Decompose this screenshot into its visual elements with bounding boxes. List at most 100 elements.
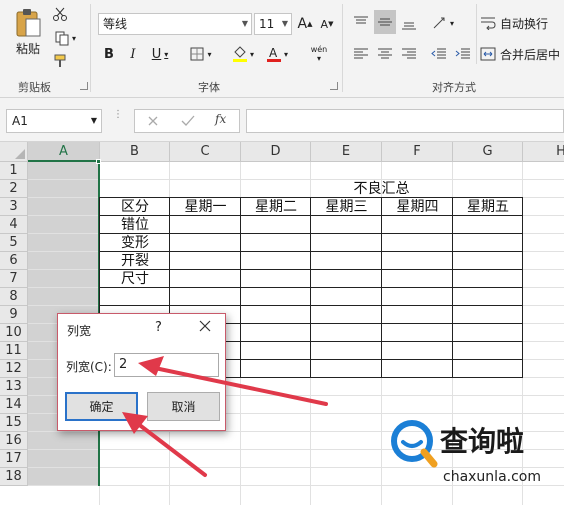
italic-button[interactable]: I	[124, 44, 142, 64]
row-header-11[interactable]: 11	[0, 342, 28, 360]
select-all-corner[interactable]	[0, 142, 28, 162]
cancel-label: 取消	[171, 400, 196, 414]
column-header-f[interactable]: F	[382, 142, 453, 162]
brush-icon	[54, 54, 66, 67]
category-cell[interactable]: 尺寸	[100, 270, 170, 288]
chevron-down-icon: ▾	[316, 54, 321, 63]
font-size-select[interactable]: 11 ▼	[254, 13, 292, 35]
shrink-font-button[interactable]: A ▼	[318, 13, 336, 35]
cancel-button[interactable]: 取消	[147, 392, 220, 421]
border-grid-icon	[190, 47, 204, 61]
align-bottom-button[interactable]	[398, 12, 420, 34]
phonetic-button[interactable]: wén ▾	[302, 42, 336, 66]
column-header-g[interactable]: G	[453, 142, 523, 162]
wrap-text-button[interactable]: 自动换行	[480, 12, 564, 34]
more-options-icon[interactable]: ⋮	[113, 110, 123, 130]
category-cell[interactable]: 开裂	[100, 252, 170, 270]
underline-button[interactable]: U ▾	[146, 44, 174, 64]
column-header-a[interactable]: A	[28, 142, 100, 162]
chevron-down-icon: ▼	[90, 116, 97, 125]
close-icon[interactable]	[196, 317, 214, 335]
row-header-2[interactable]: 2	[0, 180, 28, 198]
font-name-select[interactable]: 等线 ▼	[98, 13, 252, 35]
align-right-button[interactable]	[398, 44, 420, 64]
ok-button[interactable]: 确定	[65, 392, 138, 421]
row-header-12[interactable]: 12	[0, 360, 28, 378]
enter-check-icon[interactable]	[181, 115, 195, 127]
align-top-button[interactable]	[350, 12, 372, 34]
borders-button[interactable]: ▾	[186, 44, 216, 64]
align-middle-button[interactable]	[374, 10, 396, 34]
column-width-input[interactable]: 2	[114, 353, 219, 377]
table-border-horizontal	[99, 305, 523, 306]
category-cell[interactable]: 变形	[100, 234, 170, 252]
header-cell[interactable]: 星期二	[241, 198, 311, 216]
column-header-b[interactable]: B	[100, 142, 170, 162]
decrease-indent-button[interactable]	[428, 44, 450, 64]
cancel-icon[interactable]	[147, 115, 159, 127]
table-border-vertical	[522, 197, 523, 378]
increase-indent-button[interactable]	[452, 44, 474, 64]
grow-font-button[interactable]: A ▲	[296, 13, 314, 35]
header-cell[interactable]: 星期一	[170, 198, 241, 216]
category-cell[interactable]: 错位	[100, 216, 170, 234]
row-header-7[interactable]: 7	[0, 270, 28, 288]
copy-button[interactable]: ▾	[50, 28, 80, 48]
column-header-d[interactable]: D	[241, 142, 311, 162]
formula-input[interactable]	[246, 109, 564, 133]
column-width-dialog: 列宽 ? 列宽(C): 2 确定 取消	[57, 313, 226, 431]
column-header-c[interactable]: C	[170, 142, 241, 162]
merge-center-button[interactable]: 合并后居中	[480, 44, 564, 64]
bold-button[interactable]: B	[100, 44, 118, 64]
help-button[interactable]: ?	[155, 320, 162, 335]
name-box[interactable]: A1 ▼	[6, 109, 102, 133]
cut-button[interactable]	[50, 4, 70, 24]
column-header-e[interactable]: E	[311, 142, 382, 162]
format-painter-button[interactable]	[50, 52, 70, 70]
row-header-14[interactable]: 14	[0, 396, 28, 414]
orientation-button[interactable]: ▾	[428, 12, 458, 34]
font-group-label: 字体	[198, 81, 220, 94]
column-header-h[interactable]: H	[523, 142, 564, 162]
formula-actions: fx	[134, 109, 240, 133]
row-header-1[interactable]: 1	[0, 162, 28, 180]
row-header-16[interactable]: 16	[0, 432, 28, 450]
row-header-13[interactable]: 13	[0, 378, 28, 396]
scissors-icon	[53, 7, 67, 21]
paste-button[interactable]: 粘贴	[8, 4, 48, 60]
clipboard-launcher[interactable]	[80, 82, 88, 90]
header-cell[interactable]: 区分	[100, 198, 170, 216]
column-width-value: 2	[119, 357, 128, 372]
text-orientation-icon	[433, 17, 445, 29]
font-launcher[interactable]	[330, 82, 338, 90]
header-cell[interactable]: 星期三	[311, 198, 382, 216]
alignment-group-label: 对齐方式	[432, 81, 476, 94]
merge-center-label: 合并后居中	[500, 47, 561, 62]
row-header-5[interactable]: 5	[0, 234, 28, 252]
header-cell[interactable]: 星期四	[382, 198, 453, 216]
chevron-down-icon: ▼	[281, 19, 288, 28]
row-header-8[interactable]: 8	[0, 288, 28, 306]
row-header-3[interactable]: 3	[0, 198, 28, 216]
table-border-vertical	[240, 197, 241, 378]
row-header-9[interactable]: 9	[0, 306, 28, 324]
gridline-horizontal	[28, 467, 564, 468]
row-header-18[interactable]: 18	[0, 468, 28, 486]
align-center-button[interactable]	[374, 44, 396, 64]
font-color-button[interactable]: A ▾	[262, 44, 292, 64]
row-header-10[interactable]: 10	[0, 324, 28, 342]
clipboard-group-label: 剪贴板	[18, 81, 51, 94]
align-left-button[interactable]	[350, 44, 372, 64]
fill-color-button[interactable]: ▾	[228, 44, 258, 64]
row-header-17[interactable]: 17	[0, 450, 28, 468]
row-header-4[interactable]: 4	[0, 216, 28, 234]
row-header-6[interactable]: 6	[0, 252, 28, 270]
row-header-15[interactable]: 15	[0, 414, 28, 432]
insert-function-icon[interactable]: fx	[215, 112, 226, 126]
decrease-indent-icon	[431, 48, 446, 59]
header-cell[interactable]: 星期五	[453, 198, 523, 216]
column-width-label: 列宽(C):	[66, 360, 112, 374]
table-title: 不良汇总	[353, 181, 410, 197]
column-selection-handle[interactable]	[96, 159, 101, 164]
chevron-down-icon: ▾	[249, 49, 254, 59]
